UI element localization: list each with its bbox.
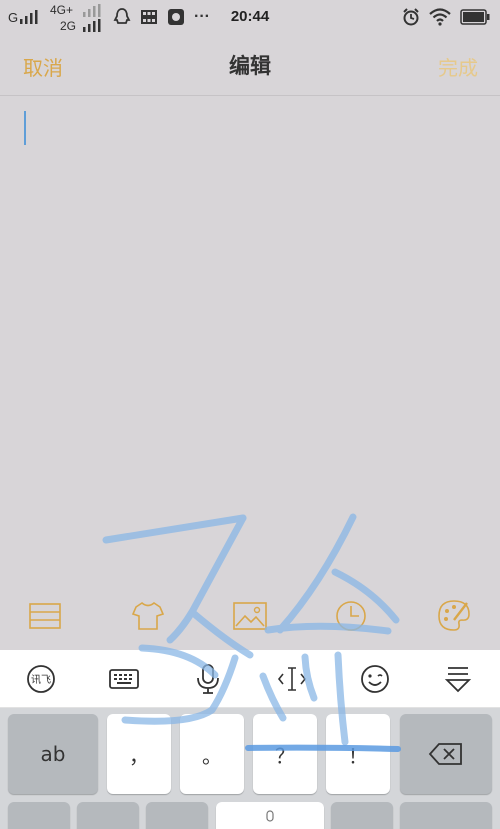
alarm-icon — [403, 8, 419, 26]
page-title: 编辑 — [229, 54, 271, 78]
key-label: ？ — [275, 743, 295, 768]
key-comma[interactable]: ， — [107, 714, 171, 794]
palette-icon[interactable] — [436, 598, 472, 634]
wifi-icon — [429, 8, 451, 26]
key-period[interactable]: 。 — [180, 714, 244, 794]
mode-switch-key[interactable]: ab — [8, 714, 98, 794]
cursor-move-icon[interactable] — [276, 663, 308, 695]
key-row2[interactable] — [146, 802, 208, 829]
note-text-area[interactable] — [0, 97, 500, 582]
microphone-icon[interactable] — [192, 663, 224, 695]
done-button[interactable]: 完成 — [438, 52, 478, 81]
microphone-icon — [266, 810, 274, 822]
space-key[interactable] — [216, 802, 324, 829]
text-cursor — [24, 111, 26, 145]
key-row2[interactable] — [8, 802, 70, 829]
key-row2[interactable] — [400, 802, 492, 829]
status-bar: G 4G+ 2G ··· 20:44 — [0, 0, 500, 36]
battery-icon — [460, 9, 490, 25]
shirt-icon[interactable] — [130, 598, 166, 634]
keyboard-icon[interactable] — [108, 663, 140, 695]
backspace-icon — [428, 743, 462, 765]
key-question[interactable]: ？ — [253, 714, 317, 794]
key-row2[interactable] — [331, 802, 393, 829]
key-exclamation[interactable]: ！ — [326, 714, 390, 794]
key-label: ！ — [348, 743, 368, 768]
key-label: 。 — [202, 743, 222, 768]
image-icon[interactable] — [232, 598, 268, 634]
keyboard-toolbar: 讯飞 — [0, 650, 500, 708]
key-row2[interactable] — [77, 802, 139, 829]
mode-switch-label: ab — [40, 742, 66, 766]
hide-keyboard-icon[interactable] — [442, 663, 474, 695]
xunfei-logo-icon[interactable]: 讯飞 — [25, 663, 57, 695]
keyboard-keys: ab ， 。 ？ ！ — [0, 708, 500, 829]
note-toolbar — [0, 590, 500, 646]
key-label: ， — [129, 743, 149, 768]
delete-key[interactable] — [400, 714, 492, 794]
edit-header: 取消 编辑 完成 — [0, 36, 500, 96]
svg-text:讯飞: 讯飞 — [31, 674, 51, 686]
clock-icon[interactable] — [333, 598, 369, 634]
list-icon[interactable] — [27, 598, 63, 634]
emoji-icon[interactable] — [359, 663, 391, 695]
